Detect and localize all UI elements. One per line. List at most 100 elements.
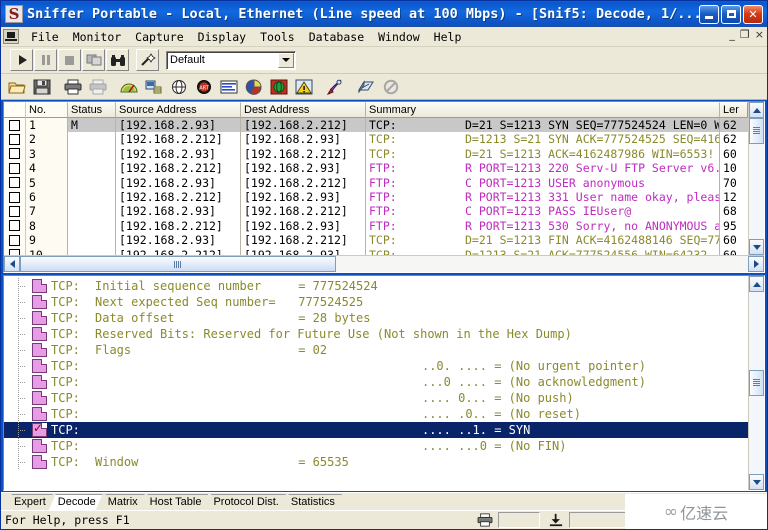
row-checkbox[interactable]	[4, 247, 26, 255]
scroll-right-icon[interactable]	[748, 256, 764, 272]
close-icon[interactable]: ✕	[743, 4, 763, 24]
mdi-minimize-icon[interactable]: _	[729, 29, 735, 41]
tab-decode[interactable]: Decode	[49, 494, 103, 510]
print-preview-button[interactable]	[86, 75, 110, 98]
menu-item-capture[interactable]: Capture	[128, 29, 190, 45]
decode-vscrollbar[interactable]	[748, 276, 764, 490]
protocol-dist-button[interactable]	[242, 75, 266, 98]
menu-item-help[interactable]: Help	[427, 29, 469, 45]
table-row[interactable]: 5 [192.168.2.93] [192.168.2.212] FTP: C PORT…	[4, 175, 748, 190]
art-button[interactable]: ART	[192, 75, 216, 98]
expert-button[interactable]	[323, 75, 347, 98]
decode-row[interactable]: TCP: ..0. .... = (No urgent pointer)	[4, 358, 748, 374]
tab-protocol-dist[interactable]: Protocol Dist.	[204, 494, 285, 510]
tab-matrix[interactable]: Matrix	[99, 494, 145, 510]
packet-list-hscrollbar[interactable]	[4, 255, 764, 272]
history-button[interactable]	[217, 75, 241, 98]
host-table-button[interactable]	[142, 75, 166, 98]
column-header-checkbox[interactable]	[4, 102, 26, 118]
decode-row[interactable]: TCP: ...0 .... = (No acknowledgment)	[4, 374, 748, 390]
alarm-log-button[interactable]	[292, 75, 316, 98]
table-row[interactable]: 3 [192.168.2.93] [192.168.2.212] TCP: D=21 S…	[4, 146, 748, 162]
row-checkbox[interactable]	[4, 189, 26, 205]
mdi-close-icon[interactable]: ×	[755, 29, 764, 41]
stop-and-display-button[interactable]	[82, 49, 105, 71]
vscroll-track[interactable]	[749, 144, 764, 239]
table-row[interactable]: 2 [192.168.2.212] [192.168.2.93] TCP: D=1213…	[4, 132, 748, 147]
decode-row[interactable]: TCP: .... ...0 = (No FIN)	[4, 438, 748, 454]
menu-item-window[interactable]: Window	[371, 29, 427, 45]
save-button[interactable]	[30, 75, 54, 98]
scroll-up-icon[interactable]	[749, 276, 764, 292]
decode-row[interactable]: TCP: .... 0... = (No push)	[4, 390, 748, 406]
menu-item-file[interactable]: File	[24, 29, 66, 45]
matrix-button[interactable]	[167, 75, 191, 98]
mdi-document-icon[interactable]	[3, 29, 19, 44]
decode-row[interactable]: TCP: Data offset = 28 bytes	[4, 310, 748, 326]
row-checkbox[interactable]	[4, 204, 26, 219]
scroll-left-icon[interactable]	[4, 256, 20, 272]
tab-host-table[interactable]: Host Table	[141, 494, 209, 510]
stop-capture-button[interactable]	[58, 49, 81, 71]
decode-row[interactable]: TCP: Window = 65535	[4, 454, 748, 470]
profile-select[interactable]: Default	[166, 50, 296, 70]
open-button[interactable]	[5, 75, 29, 98]
scroll-down-icon[interactable]	[749, 474, 764, 490]
row-checkbox[interactable]	[4, 218, 26, 234]
decode-row[interactable]: TCP: .... .0.. = (No reset)	[4, 406, 748, 422]
vscroll-track[interactable]	[749, 396, 764, 474]
tab-expert[interactable]: Expert	[5, 494, 53, 510]
chevron-down-icon[interactable]	[278, 52, 294, 68]
clear-button[interactable]	[379, 75, 403, 98]
table-row[interactable]: 1 M [192.168.2.93] [192.168.2.212] TCP: D=21 …	[4, 118, 748, 133]
minimize-icon[interactable]	[699, 4, 719, 24]
decode-row[interactable]: TCP: Reserved Bits: Reserved for Future U…	[4, 326, 748, 342]
decode-row[interactable]: TCP: .... ..1. = SYN	[4, 421, 748, 438]
global-statistics-button[interactable]	[267, 75, 291, 98]
decode-button[interactable]	[354, 75, 378, 98]
tab-statistics[interactable]: Statistics	[282, 494, 342, 510]
row-checkbox[interactable]	[4, 175, 26, 190]
column-header-no[interactable]: No.	[26, 102, 68, 118]
column-header-summary[interactable]: Summary	[366, 102, 720, 118]
column-header-source[interactable]: Source Address	[116, 102, 241, 118]
menu-item-tools[interactable]: Tools	[253, 29, 302, 45]
packet-list-vscrollbar[interactable]	[748, 102, 764, 255]
decode-row[interactable]: TCP: Flags = 02	[4, 342, 748, 358]
dashboard-button[interactable]	[117, 75, 141, 98]
table-row[interactable]: 4 [192.168.2.212] [192.168.2.93] FTP: R PORT…	[4, 161, 748, 176]
column-header-status[interactable]: Status	[68, 102, 116, 118]
mdi-restore-icon[interactable]: ❐	[740, 29, 750, 41]
hscroll-track[interactable]	[336, 256, 748, 272]
vscroll-track[interactable]	[749, 292, 764, 370]
printer-icon[interactable]	[475, 512, 495, 528]
menu-item-display[interactable]: Display	[191, 29, 253, 45]
vscroll-thumb[interactable]	[749, 118, 764, 144]
decode-row[interactable]: TCP: Initial sequence number = 777524524	[4, 278, 748, 294]
scroll-down-icon[interactable]	[749, 239, 764, 255]
row-checkbox[interactable]	[4, 118, 26, 133]
print-button[interactable]	[61, 75, 85, 98]
menu-item-monitor[interactable]: Monitor	[66, 29, 128, 45]
display-button[interactable]	[106, 49, 129, 71]
maximize-icon[interactable]	[721, 4, 741, 24]
capture-stop-icon[interactable]	[546, 512, 566, 528]
start-capture-button[interactable]	[10, 49, 33, 71]
capture-filter-button[interactable]	[136, 49, 159, 71]
column-header-dest[interactable]: Dest Address	[241, 102, 366, 118]
row-checkbox[interactable]	[4, 161, 26, 176]
menu-item-database[interactable]: Database	[302, 29, 371, 45]
pause-capture-button[interactable]	[34, 49, 57, 71]
scroll-up-icon[interactable]	[749, 102, 764, 118]
column-header-len[interactable]: Ler	[720, 102, 748, 118]
vscroll-thumb[interactable]	[749, 370, 764, 396]
table-row[interactable]: 7 [192.168.2.93] [192.168.2.212] FTP: C PORT…	[4, 204, 748, 219]
table-row[interactable]: 9 [192.168.2.93] [192.168.2.212] TCP: D=21 S…	[4, 233, 748, 248]
decode-row[interactable]: TCP: Next expected Seq number= 777524525	[4, 294, 748, 310]
table-row[interactable]: 8 [192.168.2.212] [192.168.2.93] FTP: R PORT…	[4, 218, 748, 234]
table-row[interactable]: 6 [192.168.2.212] [192.168.2.93] FTP: R PORT…	[4, 189, 748, 205]
row-checkbox[interactable]	[4, 146, 26, 162]
row-checkbox[interactable]	[4, 233, 26, 248]
hscroll-thumb[interactable]	[20, 256, 336, 272]
row-checkbox[interactable]	[4, 132, 26, 147]
